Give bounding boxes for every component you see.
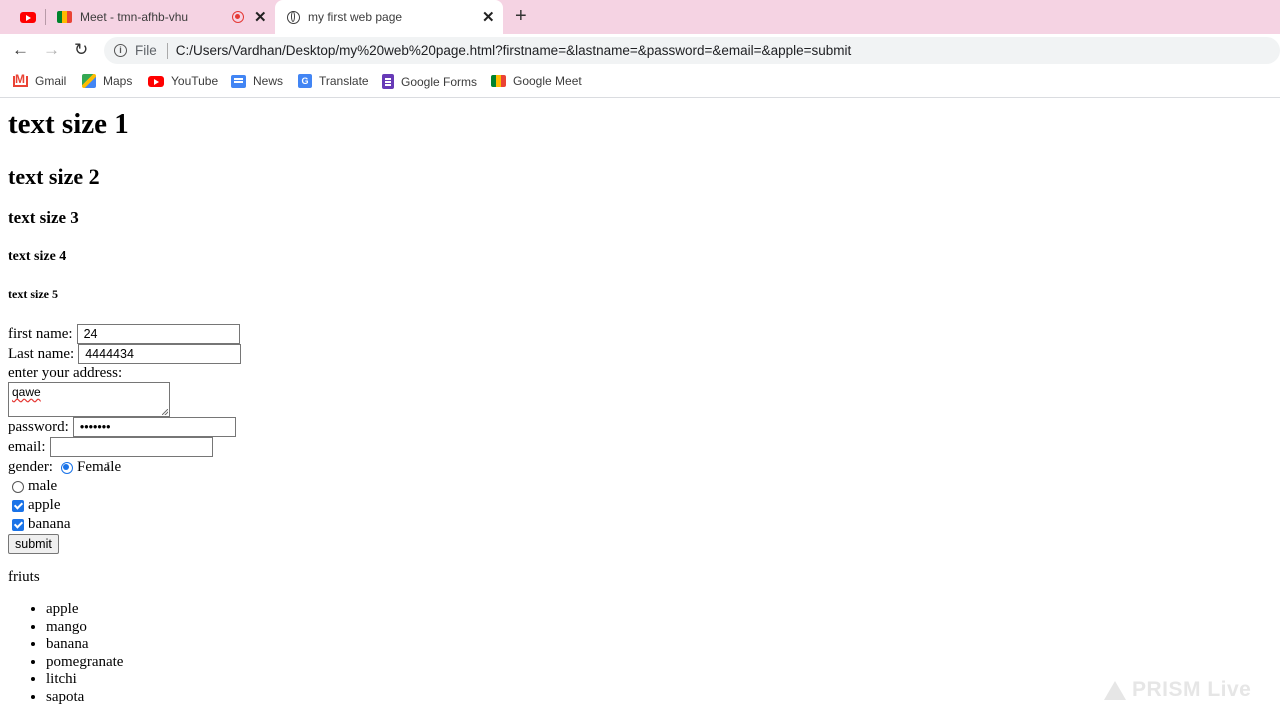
gender-row: gender: Female (8, 459, 121, 476)
close-icon[interactable]: ✕ (254, 8, 267, 26)
banana-label: banana (28, 516, 71, 532)
tab-youtube[interactable] (8, 0, 44, 34)
fruits-title: friuts (8, 569, 40, 585)
heading-2: text size 2 (8, 164, 100, 189)
bookmark-label: Gmail (35, 74, 67, 88)
bookmark-translate[interactable]: G Translate (298, 74, 369, 88)
tab-separator (45, 9, 46, 25)
submit-row: submit (8, 534, 59, 554)
info-icon[interactable]: i (114, 44, 127, 57)
banana-checkbox[interactable] (12, 518, 24, 531)
email-input[interactable] (49, 437, 213, 457)
list-item: apple (46, 601, 123, 619)
list-item: sapota (46, 689, 123, 707)
female-radio[interactable] (60, 461, 73, 474)
address-label-row: enter your address: (8, 365, 122, 382)
address-bar[interactable]: i File C:/Users/Vardhan/Desktop/my%20web… (104, 37, 1280, 64)
last-name-row: Last name: 4444434 (8, 344, 242, 364)
browser-toolbar: ← → ↻ i File C:/Users/Vardhan/Desktop/my… (0, 34, 1280, 66)
password-row: password: ••••••• (8, 417, 236, 437)
bookmark-label: Translate (319, 74, 369, 88)
heading-4: text size 4 (8, 249, 67, 264)
prism-live-watermark: PRISM Live (1104, 678, 1251, 702)
password-input[interactable]: ••••••• (72, 417, 236, 437)
google-forms-icon (382, 74, 394, 89)
bookmark-label: News (253, 74, 284, 88)
fruits-list: apple mango banana pomegranate litchi sa… (8, 601, 123, 707)
google-meet-icon (57, 11, 72, 23)
url-divider (166, 42, 168, 59)
forward-icon[interactable]: → (43, 40, 60, 60)
bookmark-maps[interactable]: Maps (82, 74, 132, 88)
first-name-input[interactable]: 24 (76, 324, 240, 344)
resize-handle[interactable] (162, 409, 168, 415)
first-name-row: first name: 24 (8, 324, 240, 344)
bookmark-google-meet[interactable]: Google Meet (491, 74, 582, 88)
address-label: enter your address: (8, 365, 123, 381)
male-label: male (28, 478, 58, 494)
new-tab-icon[interactable]: + (515, 6, 527, 26)
prism-logo-icon (1104, 680, 1126, 700)
female-label: Female (76, 459, 122, 475)
url-text[interactable]: C:/Users/Vardhan/Desktop/my%20web%20page… (176, 43, 851, 58)
tab-title: Meet - tmn-afhb-vhu (80, 10, 189, 24)
list-item: mango (46, 619, 123, 637)
address-textarea[interactable]: qawe (8, 382, 170, 417)
bookmarks-bar: Gmail Maps YouTube News G Translate Goog… (0, 66, 1280, 98)
list-item: banana (46, 636, 123, 654)
watermark-text: PRISM Live (1132, 678, 1252, 701)
close-icon[interactable]: ✕ (482, 8, 495, 26)
maps-icon (82, 74, 96, 88)
youtube-icon (148, 75, 164, 87)
tab-title: my first web page (308, 10, 403, 24)
news-icon (231, 74, 246, 88)
first-name-label: first name: (8, 325, 73, 342)
heading-1: text size 1 (8, 108, 129, 140)
gmail-icon (13, 72, 28, 87)
tab-meet[interactable]: Meet - tmn-afhb-vhu ✕ (47, 0, 275, 34)
bookmark-google-forms[interactable]: Google Forms (382, 74, 477, 89)
email-row: email: (8, 437, 213, 457)
google-meet-icon (491, 75, 506, 87)
address-text: qawe (12, 385, 41, 399)
youtube-icon (20, 11, 36, 23)
text-cursor-icon: I (106, 459, 110, 473)
list-item: litchi (46, 671, 123, 689)
recording-icon (232, 11, 244, 23)
male-row: male (8, 478, 57, 495)
heading-5: text size 5 (8, 287, 58, 301)
bookmark-label: Google Forms (401, 74, 478, 89)
reload-icon[interactable]: ↻ (74, 40, 88, 60)
bookmark-label: Google Meet (513, 74, 582, 88)
heading-3: text size 3 (8, 208, 79, 227)
bookmark-label: YouTube (171, 74, 219, 88)
submit-button[interactable]: submit (8, 534, 59, 554)
globe-icon (287, 10, 300, 24)
last-name-label: Last name: (8, 345, 75, 362)
tab-bar: Meet - tmn-afhb-vhu ✕ my first web page … (0, 0, 1280, 34)
password-label: password: (8, 418, 69, 435)
fruits-title-row: friuts (8, 569, 40, 586)
tab-my-first-web-page[interactable]: my first web page ✕ (275, 0, 503, 34)
gender-label: gender: (8, 459, 53, 475)
banana-row: banana (8, 516, 70, 533)
last-name-input[interactable]: 4444434 (78, 344, 242, 364)
bookmark-gmail[interactable]: Gmail (13, 72, 67, 88)
url-scheme: File (135, 43, 157, 58)
translate-icon: G (298, 74, 312, 88)
list-item: pomegranate (46, 654, 123, 672)
bookmark-youtube[interactable]: YouTube (148, 74, 218, 88)
back-icon[interactable]: ← (12, 40, 29, 60)
apple-checkbox[interactable] (12, 499, 24, 512)
apple-row: apple (8, 497, 60, 514)
bookmark-news[interactable]: News (231, 74, 283, 88)
bookmark-label: Maps (103, 74, 133, 88)
email-label: email: (8, 438, 46, 455)
apple-label: apple (28, 497, 61, 513)
male-radio[interactable] (12, 480, 24, 493)
